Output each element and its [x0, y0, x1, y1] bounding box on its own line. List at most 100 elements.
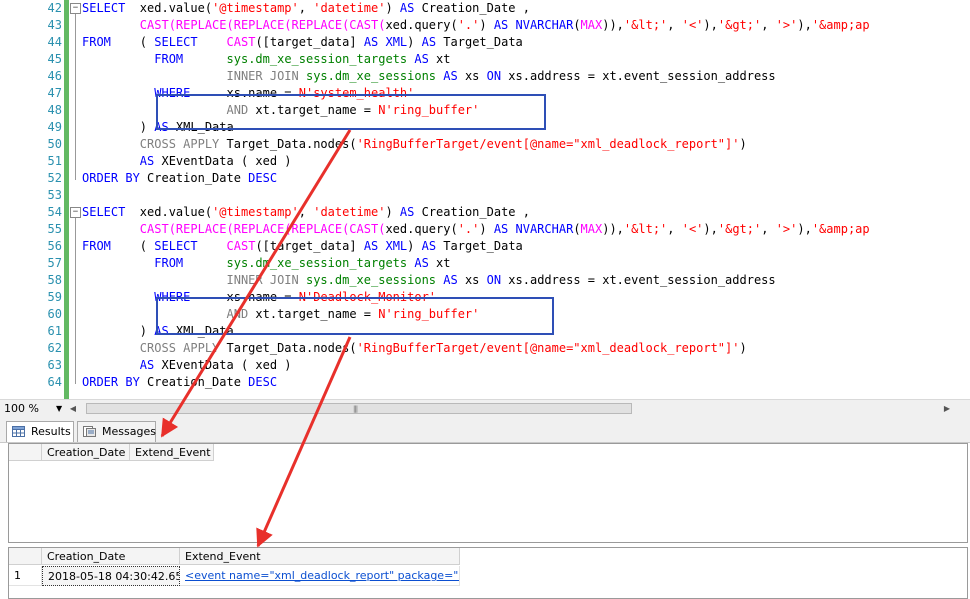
line-number: 48	[47, 103, 62, 117]
line-number: 42	[47, 1, 62, 15]
cell-extend-event[interactable]: <event name="xml_deadlock_report" packag…	[180, 566, 460, 586]
code-line[interactable]: ORDER BY Creation_Date DESC	[82, 374, 277, 391]
tab-messages[interactable]: Messages	[77, 421, 156, 442]
code-token: xt	[428, 256, 451, 270]
column-header-extend-event[interactable]: Extend_Event	[180, 548, 460, 565]
fold-guide	[75, 218, 76, 384]
code-token: 'datetime'	[313, 205, 386, 219]
code-token: )	[739, 137, 747, 151]
row-number: 1	[9, 566, 42, 586]
code-token: AS	[421, 239, 437, 253]
editor-status-bar: 100 % ▼ ◀ ||| ▶	[0, 399, 970, 417]
code-token: AS XML	[363, 35, 408, 49]
zoom-level: 100 %	[4, 402, 39, 415]
extend-event-xml-link[interactable]: <event name="xml_deadlock_report" packag…	[185, 569, 459, 582]
code-token: (	[573, 222, 581, 236]
scroll-right-icon[interactable]: ▶	[940, 401, 954, 416]
code-token: Target_Data	[436, 35, 523, 49]
code-line[interactable]: CROSS APPLY Target_Data.nodes('RingBuffe…	[82, 136, 747, 153]
row-number-header	[9, 444, 42, 461]
code-line[interactable]: FROM ( SELECT CAST([target_data] AS XML)…	[82, 34, 523, 51]
code-line[interactable]: CAST(REPLACE(REPLACE(REPLACE(CAST(xed.qu…	[82, 17, 870, 34]
tab-results[interactable]: Results	[6, 421, 74, 442]
code-token: SELECT	[82, 205, 126, 219]
code-line[interactable]: ORDER BY Creation_Date DESC	[82, 170, 277, 187]
code-line[interactable]: CROSS APPLY Target_Data.nodes('RingBuffe…	[82, 340, 747, 357]
code-token: '&amp;ap	[811, 222, 870, 236]
code-token: AS NVARCHAR	[493, 18, 574, 32]
code-line[interactable]: FROM ( SELECT CAST([target_data] AS XML)…	[82, 238, 523, 255]
code-token: ([target_data]	[255, 239, 364, 253]
code-token: Target_Data.nodes(	[219, 137, 357, 151]
code-line[interactable]: INNER JOIN sys.dm_xe_sessions AS xs ON x…	[82, 272, 776, 289]
line-number: 45	[47, 52, 62, 66]
scrollbar-thumb[interactable]: |||	[86, 403, 632, 414]
code-line[interactable]: AS XEventData ( xed )	[82, 357, 292, 374]
code-token: xs.address = xt.event_session_address	[501, 273, 776, 287]
code-token: ,	[761, 222, 776, 236]
code-token: '&gt;'	[717, 222, 762, 236]
line-number: 46	[47, 69, 62, 83]
results-grid-2[interactable]: Creation_Date Extend_Event 1 2018-05-18 …	[8, 547, 968, 599]
code-token: AS	[414, 52, 429, 66]
results-grid-1[interactable]: Creation_Date Extend_Event	[8, 443, 968, 543]
scroll-left-icon[interactable]: ◀	[66, 401, 80, 416]
code-line[interactable]: CAST(REPLACE(REPLACE(REPLACE(CAST(xed.qu…	[82, 221, 870, 238]
code-token: ON	[486, 273, 502, 287]
code-token: )	[479, 18, 494, 32]
code-token: DESC	[248, 375, 278, 389]
code-token: '>'	[775, 222, 798, 236]
code-token: )	[407, 239, 422, 253]
code-token: CROSS APPLY	[139, 137, 220, 151]
zoom-dropdown[interactable]: 100 % ▼	[4, 401, 64, 416]
code-token: )	[82, 120, 155, 134]
line-number: 57	[47, 256, 62, 270]
line-number: 64	[47, 375, 62, 389]
column-header-creation-date[interactable]: Creation_Date	[42, 548, 180, 565]
code-token: ORDER BY	[82, 171, 140, 185]
row-number-header	[9, 548, 42, 565]
code-token: )	[385, 205, 400, 219]
code-line[interactable]: AS XEventData ( xed )	[82, 153, 292, 170]
code-token: 'RingBufferTarget/event[@name="xml_deadl…	[356, 137, 740, 151]
messages-icon	[83, 426, 96, 437]
code-token: '&lt;'	[623, 222, 668, 236]
line-number: 44	[47, 35, 62, 49]
collapse-icon[interactable]: −	[70, 3, 81, 14]
code-line[interactable]: INNER JOIN sys.dm_xe_sessions AS xs ON x…	[82, 68, 776, 85]
code-token: '<'	[681, 222, 704, 236]
code-token: XEventData ( xed )	[154, 154, 292, 168]
collapse-icon[interactable]: −	[70, 207, 81, 218]
horizontal-scrollbar[interactable]: ◀ ||| ▶	[70, 401, 954, 416]
code-token: AS	[139, 154, 155, 168]
code-token: ([target_data]	[255, 35, 364, 49]
code-token: AS XML	[363, 239, 408, 253]
line-number: 52	[47, 171, 62, 185]
code-line[interactable]: SELECT xed.value('@timestamp', 'datetime…	[82, 0, 530, 17]
code-token: Creation_Date	[139, 375, 249, 389]
query-editor[interactable]: 42 43 44 45 46 47 48 49 50 51 52 53 54 55 56 57 58 59 60 61…	[0, 0, 970, 399]
code-line[interactable]: FROM sys.dm_xe_session_targets AS xt	[82, 255, 451, 272]
change-tracking-bar	[64, 0, 69, 399]
code-line[interactable]: FROM sys.dm_xe_session_targets AS xt	[82, 51, 450, 68]
line-number: 59	[47, 290, 62, 304]
code-token: xs	[457, 273, 487, 287]
fold-guide	[75, 14, 76, 180]
code-line[interactable]: SELECT xed.value('@timestamp', 'datetime…	[82, 204, 530, 221]
code-token: Creation_Date	[139, 171, 249, 185]
column-header-extend-event[interactable]: Extend_Event	[130, 444, 214, 461]
column-header-creation-date[interactable]: Creation_Date	[42, 444, 130, 461]
code-token: 'RingBufferTarget/event[@name="xml_deadl…	[356, 341, 740, 355]
code-token: ON	[486, 69, 502, 83]
code-token: )	[385, 1, 400, 15]
code-token: sys.dm_xe_session_targets	[226, 52, 408, 66]
cell-creation-date[interactable]: 2018-05-18 04:30:42.657	[42, 566, 180, 586]
